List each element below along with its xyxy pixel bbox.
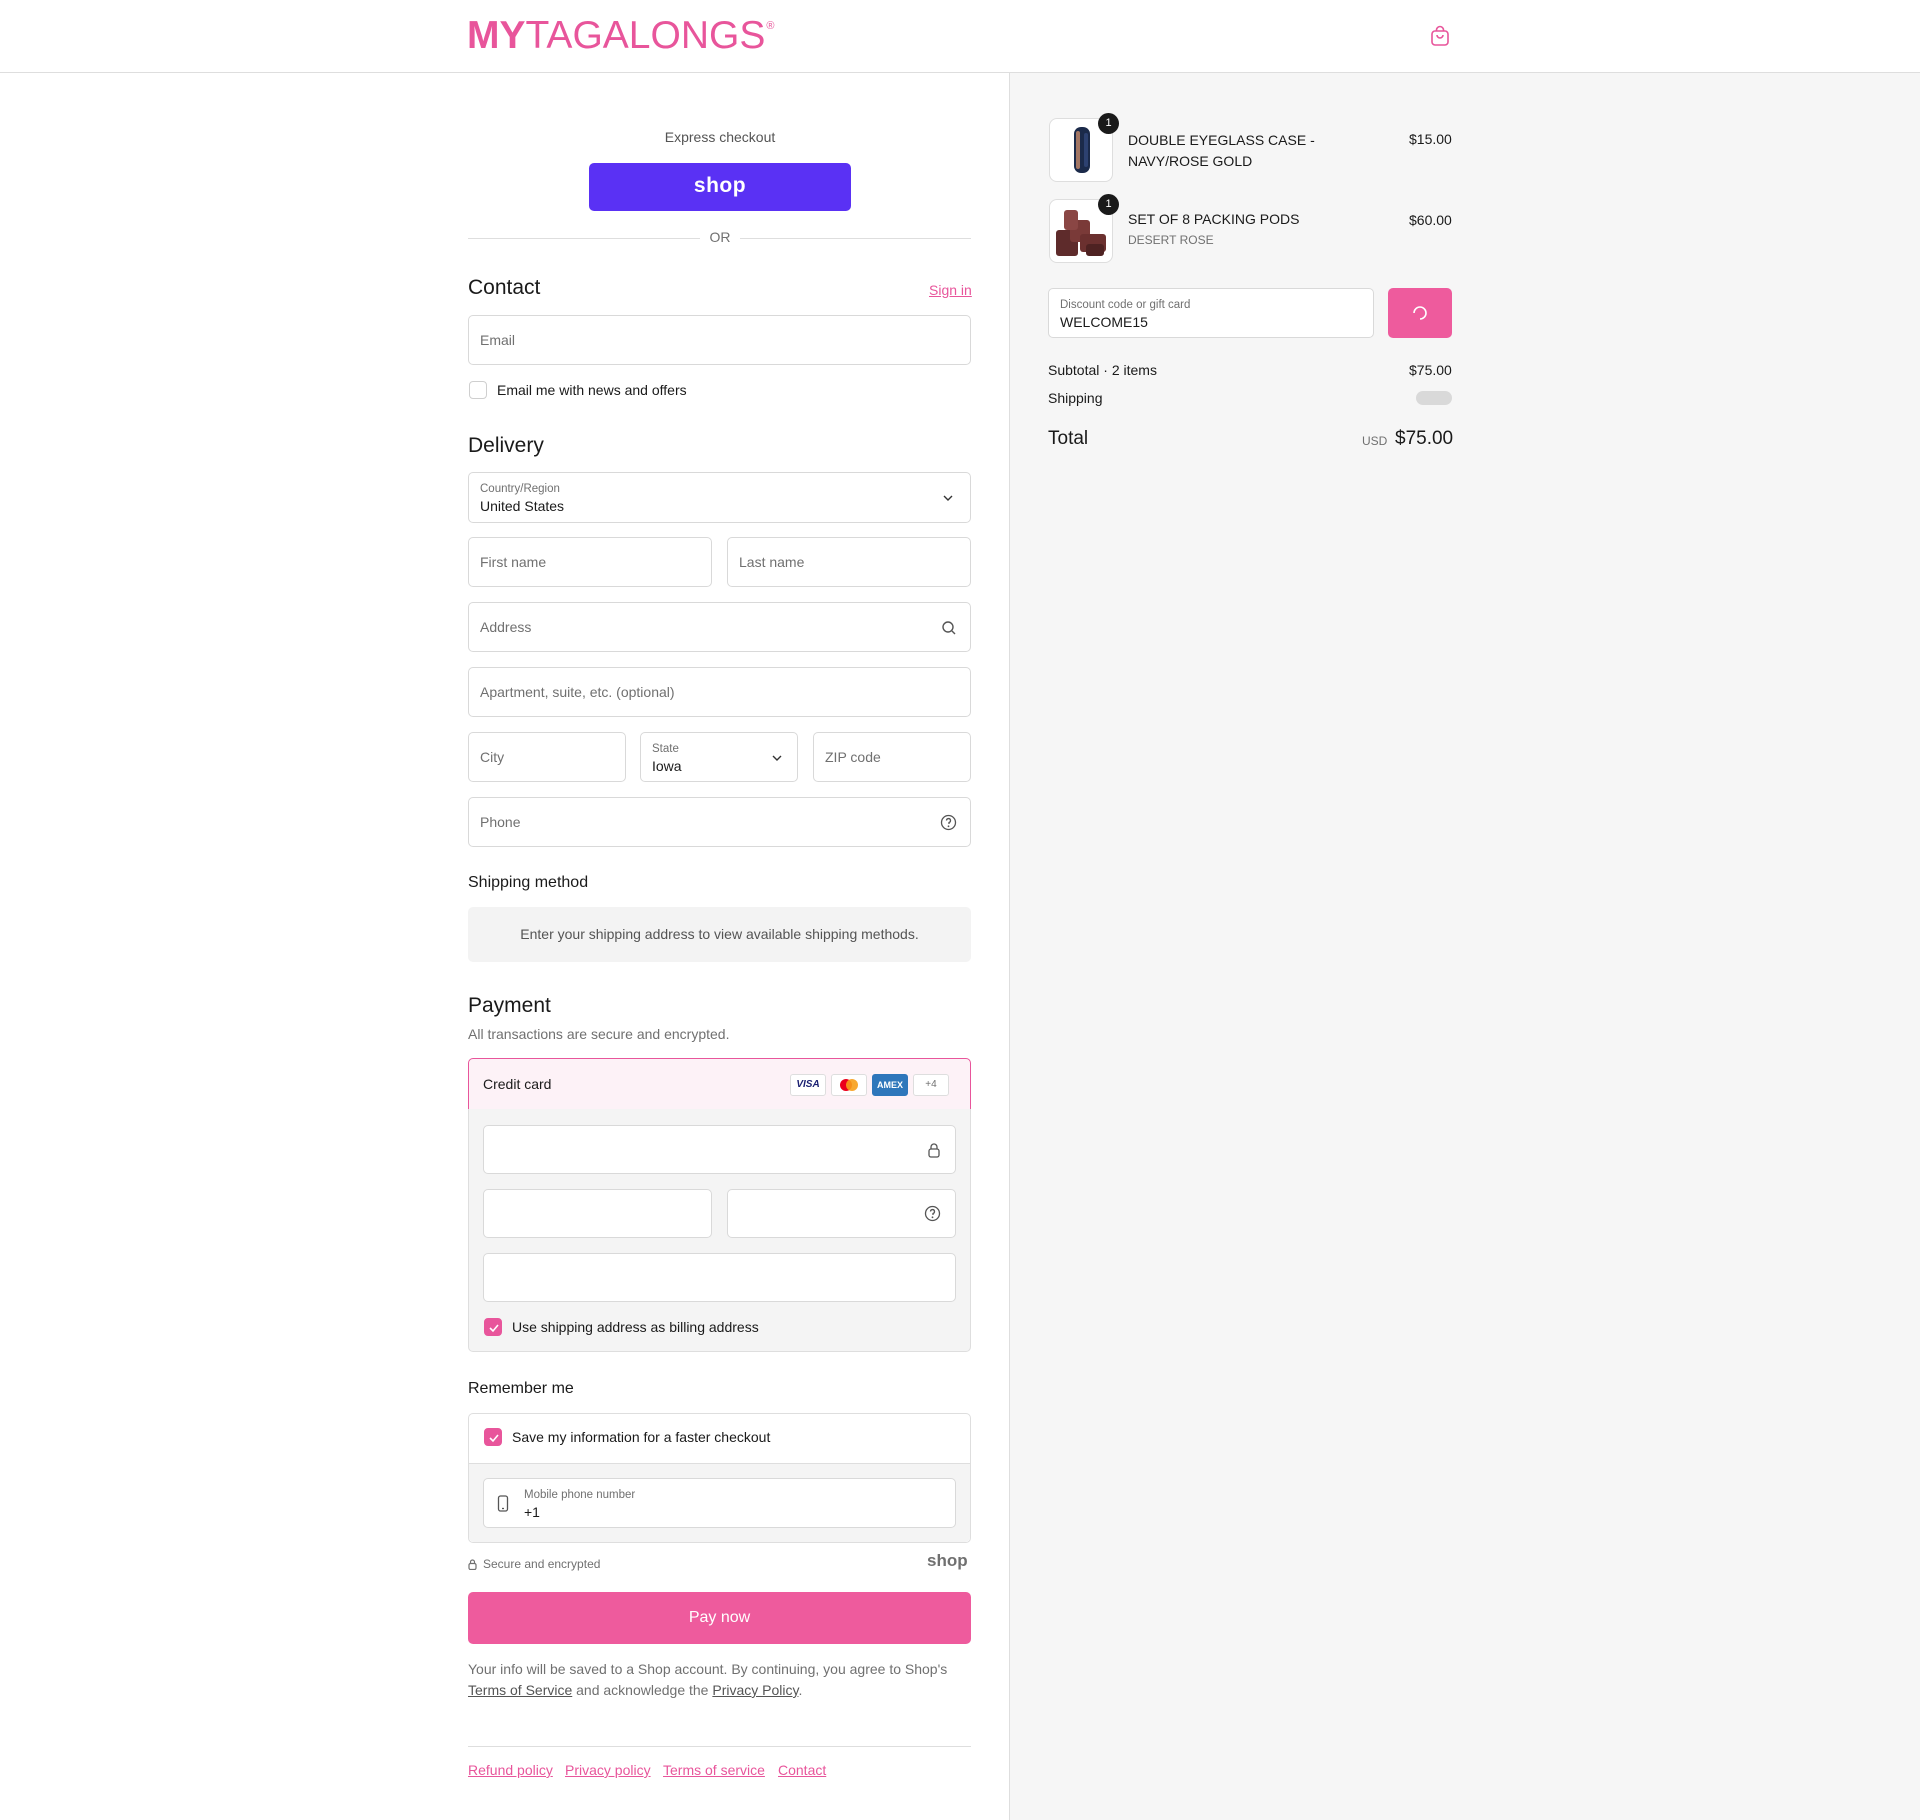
apartment-field[interactable]: Apartment, suite, etc. (optional) <box>468 667 971 717</box>
mastercard-icon <box>831 1074 867 1096</box>
search-icon <box>942 621 956 635</box>
lock-icon <box>928 1143 940 1158</box>
credit-card-label: Credit card <box>483 1076 552 1092</box>
terms-of-service-link[interactable]: Terms of Service <box>468 1682 572 1698</box>
help-circle-icon[interactable] <box>940 814 957 831</box>
newsletter-checkbox[interactable] <box>469 381 487 399</box>
more-cards-badge: +4 <box>913 1074 949 1096</box>
phone-field[interactable]: Phone <box>468 797 971 847</box>
visa-icon: VISA <box>790 1074 826 1096</box>
delivery-heading: Delivery <box>468 434 544 457</box>
shipping-method-info: Enter your shipping address to view avai… <box>468 907 971 962</box>
subtotal-value: $75.00 <box>1409 362 1452 378</box>
secure-label: Secure and encrypted <box>483 1557 601 1571</box>
shipping-label: Shipping <box>1048 390 1103 406</box>
shipping-loading-placeholder <box>1416 391 1452 405</box>
payment-subtitle: All transactions are secure and encrypte… <box>468 1026 730 1042</box>
legal-text: Your info will be saved to a Shop accoun… <box>468 1661 948 1698</box>
terms-of-service-footer-link[interactable]: Terms of service <box>663 1762 765 1778</box>
mobile-phone-field[interactable]: Mobile phone number +1 <box>483 1478 956 1528</box>
city-field[interactable]: City <box>468 732 626 782</box>
card-number-field[interactable] <box>483 1125 956 1174</box>
name-on-card-field[interactable] <box>483 1253 956 1302</box>
footer-divider <box>468 1746 971 1747</box>
shop-logo: shop <box>927 1551 968 1570</box>
billing-same-checkbox[interactable] <box>484 1318 502 1336</box>
privacy-policy-link[interactable]: Privacy Policy <box>712 1682 798 1698</box>
item-variant: DESERT ROSE <box>1128 233 1214 247</box>
brand-logo[interactable]: MYTAGALONGS® <box>467 14 774 58</box>
last-name-field[interactable]: Last name <box>727 537 971 587</box>
shipping-method-heading: Shipping method <box>468 874 589 891</box>
contact-heading: Contact <box>468 276 541 299</box>
currency-label: USD <box>1362 434 1388 448</box>
item-name: SET OF 8 PACKING PODS <box>1128 211 1300 227</box>
privacy-policy-footer-link[interactable]: Privacy policy <box>565 1762 651 1778</box>
billing-same-label: Use shipping address as billing address <box>512 1319 759 1335</box>
mobile-phone-icon <box>497 1495 509 1512</box>
address-field[interactable]: Address <box>468 602 971 652</box>
quantity-badge: 1 <box>1098 113 1119 134</box>
credit-card-option[interactable]: Credit card VISA AMEX +4 <box>468 1058 971 1110</box>
first-name-field[interactable]: First name <box>468 537 712 587</box>
discount-code-field[interactable]: Discount code or gift card WELCOME15 <box>1048 288 1374 338</box>
item-price: $60.00 <box>1409 212 1452 228</box>
total-value: $75.00 <box>1395 428 1454 449</box>
item-name: DOUBLE EYEGLASS CASE - NAVY/ROSE GOLD <box>1128 132 1315 169</box>
contact-link[interactable]: Contact <box>778 1762 826 1778</box>
subtotal-label: Subtotal · 2 items <box>1048 362 1157 378</box>
apply-discount-button[interactable] <box>1388 288 1452 338</box>
country-select[interactable]: Country/Region United States <box>468 472 971 523</box>
zip-field[interactable]: ZIP code <box>813 732 971 782</box>
card-cvv-field[interactable] <box>727 1189 956 1238</box>
newsletter-label: Email me with news and offers <box>497 382 687 398</box>
state-select[interactable]: State Iowa <box>640 732 798 782</box>
shop-pay-button[interactable]: shop <box>589 163 851 211</box>
amex-icon: AMEX <box>872 1074 908 1096</box>
payment-heading: Payment <box>468 994 551 1017</box>
quantity-badge: 1 <box>1098 194 1119 215</box>
lock-icon <box>468 1559 477 1570</box>
pay-now-button[interactable]: Pay now <box>468 1592 971 1644</box>
or-separator: OR <box>700 229 740 245</box>
card-expiry-field[interactable] <box>483 1189 712 1238</box>
email-field[interactable]: Email <box>468 315 971 365</box>
remember-me-heading: Remember me <box>468 1380 574 1397</box>
save-info-checkbox[interactable] <box>484 1428 502 1446</box>
chevron-down-icon <box>943 495 953 501</box>
sign-in-link[interactable]: Sign in <box>929 282 972 298</box>
cart-bag-icon[interactable] <box>1429 25 1451 47</box>
item-price: $15.00 <box>1409 131 1452 147</box>
chevron-down-icon <box>772 755 782 761</box>
header <box>0 0 1920 73</box>
total-label: Total <box>1048 428 1089 449</box>
save-info-label: Save my information for a faster checkou… <box>512 1429 771 1445</box>
loading-spinner-icon <box>1413 306 1427 320</box>
refund-policy-link[interactable]: Refund policy <box>468 1762 553 1778</box>
help-circle-icon[interactable] <box>924 1205 941 1222</box>
